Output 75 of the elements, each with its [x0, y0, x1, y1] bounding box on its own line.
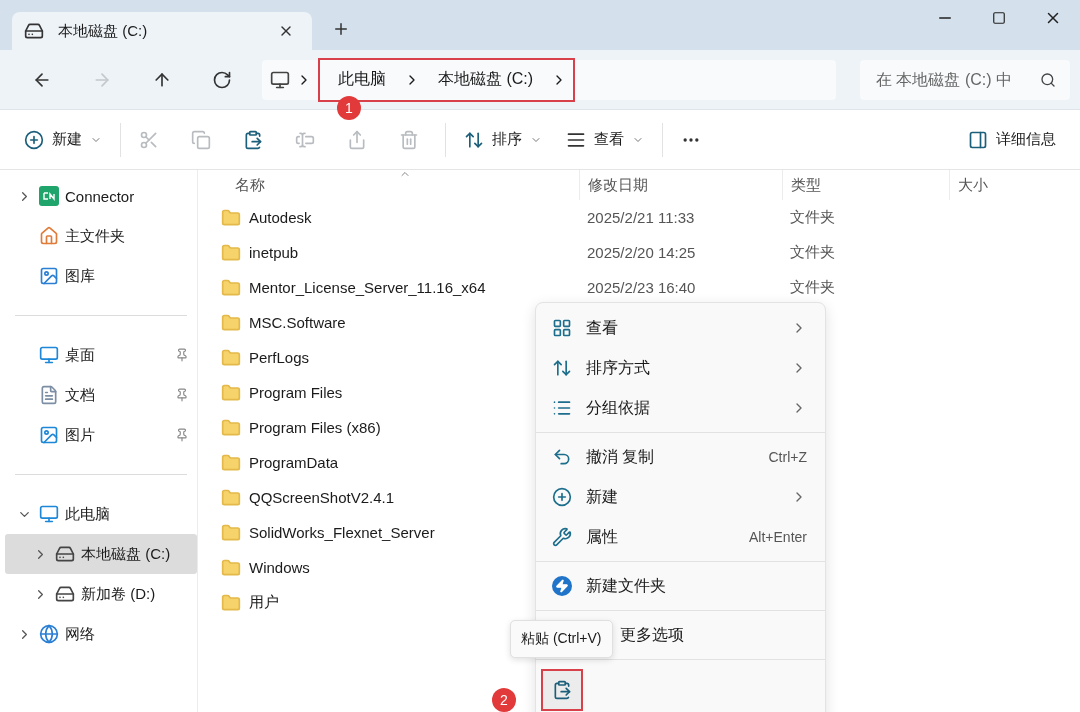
- app-icon: [39, 186, 59, 206]
- refresh-icon[interactable]: [212, 69, 232, 90]
- folder-icon: [221, 522, 241, 543]
- network-icon: [39, 624, 59, 644]
- computer-icon: [39, 504, 59, 524]
- tooltip: 粘贴 (Ctrl+V): [510, 620, 613, 658]
- tab[interactable]: 本地磁盘 (C:): [12, 12, 312, 50]
- pin-icon: [175, 428, 189, 442]
- sidebar-item[interactable]: 本地磁盘 (C:): [5, 534, 197, 574]
- computer-icon: [270, 69, 290, 90]
- folder-icon: [221, 242, 241, 263]
- grid-icon: [552, 318, 572, 338]
- desktop-icon: [39, 345, 59, 365]
- image-icon: [39, 425, 59, 445]
- details-button[interactable]: 详细信息: [956, 119, 1068, 160]
- folder-icon: [221, 277, 241, 298]
- folder-icon: [221, 487, 241, 508]
- new-button[interactable]: 新建: [12, 119, 114, 160]
- column-header[interactable]: 修改日期: [579, 170, 782, 200]
- folder-icon: [221, 417, 241, 438]
- drive-icon: [24, 21, 44, 41]
- sidebar-item[interactable]: 图片: [5, 415, 197, 455]
- table-cell: 文件夹: [790, 208, 835, 227]
- wrench-icon: [552, 527, 572, 547]
- folder-icon: [221, 312, 241, 333]
- folder-icon: [221, 557, 241, 578]
- sidebar-item[interactable]: 新加卷 (D:): [5, 574, 197, 614]
- drive-icon: [55, 584, 75, 604]
- image-icon: [39, 266, 59, 286]
- view-button[interactable]: 查看: [554, 119, 656, 160]
- clipboard-icon[interactable]: [552, 680, 572, 700]
- sidebar-item[interactable]: Connector: [5, 176, 197, 216]
- column-header[interactable]: 类型: [782, 170, 949, 200]
- folder-icon: [221, 592, 241, 613]
- folder-icon: [221, 382, 241, 403]
- undo-icon: [552, 447, 572, 467]
- plus-icon: [552, 487, 572, 507]
- search-field[interactable]: 在 本地磁盘 (C:) 中: [860, 59, 1070, 100]
- step-badge: 2: [492, 688, 516, 712]
- house-icon: [39, 226, 59, 246]
- table-cell: 2025/2/23 16:40: [587, 279, 696, 296]
- panel-icon[interactable]: [968, 129, 988, 150]
- breadcrumb-item[interactable]: 本地磁盘 (C:): [432, 69, 540, 90]
- sidebar-item[interactable]: 桌面: [5, 335, 197, 375]
- pin-icon: [175, 348, 189, 362]
- table-cell: 文件夹: [790, 278, 835, 297]
- document-icon: [39, 385, 59, 405]
- sidebar-item[interactable]: 主文件夹: [5, 216, 197, 256]
- folder-icon: [221, 452, 241, 473]
- table-cell: 2025/2/21 11:33: [587, 209, 695, 226]
- pin-icon: [175, 388, 189, 402]
- breadcrumb-item[interactable]: 此电脑: [332, 69, 392, 90]
- sort-icon: [552, 358, 572, 378]
- table-cell: 文件夹: [790, 243, 835, 262]
- sidebar-item[interactable]: 网络: [5, 614, 197, 654]
- clipboard-icon[interactable]: [243, 129, 263, 150]
- sidebar-item[interactable]: 文档: [5, 375, 197, 415]
- sidebar-item[interactable]: 图库: [5, 256, 197, 296]
- list-icon: [552, 398, 572, 418]
- folder-icon: [221, 347, 241, 368]
- sort-button[interactable]: 排序: [452, 119, 554, 160]
- file-name[interactable]: Autodesk: [199, 207, 579, 228]
- file-name[interactable]: Mentor_License_Server_11.16_x64: [199, 277, 579, 298]
- bolt-icon: [552, 576, 572, 596]
- table-cell: 2025/2/20 14:25: [587, 244, 696, 261]
- column-header[interactable]: 大小: [949, 170, 1062, 200]
- sidebar-item[interactable]: 此电脑: [5, 494, 197, 534]
- plus-circle-icon[interactable]: [24, 129, 44, 150]
- column-header[interactable]: 名称: [199, 170, 579, 200]
- search-icon: [1040, 71, 1056, 88]
- folder-icon: [221, 207, 241, 228]
- maximize-icon[interactable]: [992, 11, 1006, 25]
- file-name[interactable]: inetpub: [199, 242, 579, 263]
- paste-button[interactable]: [541, 669, 583, 711]
- drive-icon: [55, 544, 75, 564]
